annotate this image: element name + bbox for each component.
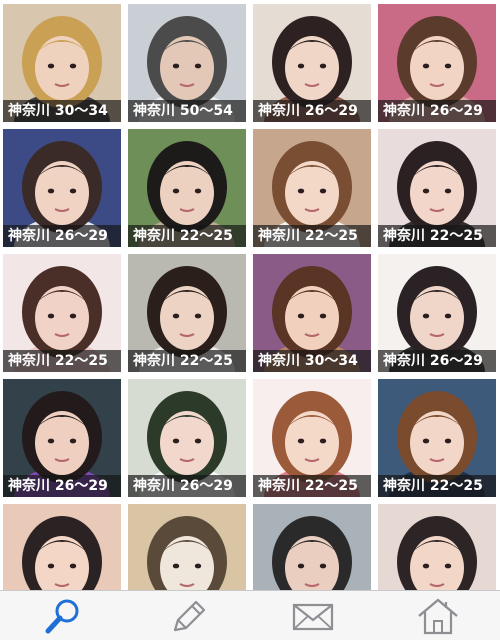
profile-caption: 神奈川 30～34 [3,100,121,122]
profile-tile[interactable]: 神奈川 22～25 [378,379,496,497]
profile-tile[interactable]: 神奈川 50～54 [128,4,246,122]
profile-caption: 神奈川 26～29 [253,100,371,122]
profile-tile[interactable] [128,504,246,590]
tab-search[interactable] [0,591,125,641]
profile-caption: 神奈川 50～54 [128,100,246,122]
profile-caption: 神奈川 26～29 [3,475,121,497]
profile-caption: 神奈川 22～25 [378,475,496,497]
profile-tile[interactable]: 神奈川 26～29 [3,379,121,497]
profile-tile[interactable]: 神奈川 26～29 [3,129,121,247]
profile-caption: 神奈川 30～34 [253,350,371,372]
home-icon [417,598,458,635]
tab-bar [0,590,500,640]
profile-tile[interactable]: 神奈川 26～29 [253,4,371,122]
profile-tile[interactable]: 神奈川 30～34 [3,4,121,122]
profile-caption: 神奈川 22～25 [253,475,371,497]
profile-tile[interactable]: 神奈川 26～29 [378,254,496,372]
profile-tile[interactable]: 神奈川 22～25 [3,254,121,372]
pencil-icon [173,600,205,632]
profile-tile[interactable]: 神奈川 22～25 [128,129,246,247]
profile-photo [378,504,496,590]
tab-write[interactable] [125,591,250,641]
profile-tile[interactable]: 神奈川 22～25 [253,129,371,247]
profile-tile[interactable]: 神奈川 22～25 [128,254,246,372]
search-icon [45,599,78,634]
profile-caption: 神奈川 26～29 [128,475,246,497]
profile-caption: 神奈川 22～25 [128,225,246,247]
tab-home[interactable] [375,591,500,641]
profile-caption: 神奈川 26～29 [378,100,496,122]
profile-tile[interactable]: 神奈川 26～29 [128,379,246,497]
profile-tile[interactable]: 神奈川 30～34 [253,254,371,372]
profile-photo [253,504,371,590]
profile-tile[interactable] [253,504,371,590]
profile-tile[interactable] [378,504,496,590]
profile-caption: 神奈川 26～29 [378,350,496,372]
profile-photo [3,504,121,590]
envelope-icon [292,603,333,631]
profile-caption: 神奈川 26～29 [3,225,121,247]
profile-caption: 神奈川 22～25 [128,350,246,372]
profile-tile[interactable]: 神奈川 22～25 [378,129,496,247]
profile-caption: 神奈川 22～25 [253,225,371,247]
tab-messages[interactable] [250,591,375,641]
profile-tile[interactable]: 神奈川 22～25 [253,379,371,497]
profile-photo [128,504,246,590]
profile-tile[interactable] [3,504,121,590]
profile-caption: 神奈川 22～25 [378,225,496,247]
profile-tile[interactable]: 神奈川 26～29 [378,4,496,122]
profile-grid: 神奈川 30～34 神奈川 50～54 神奈川 26～29 神奈川 26～29 … [0,0,500,590]
profile-caption: 神奈川 22～25 [3,350,121,372]
